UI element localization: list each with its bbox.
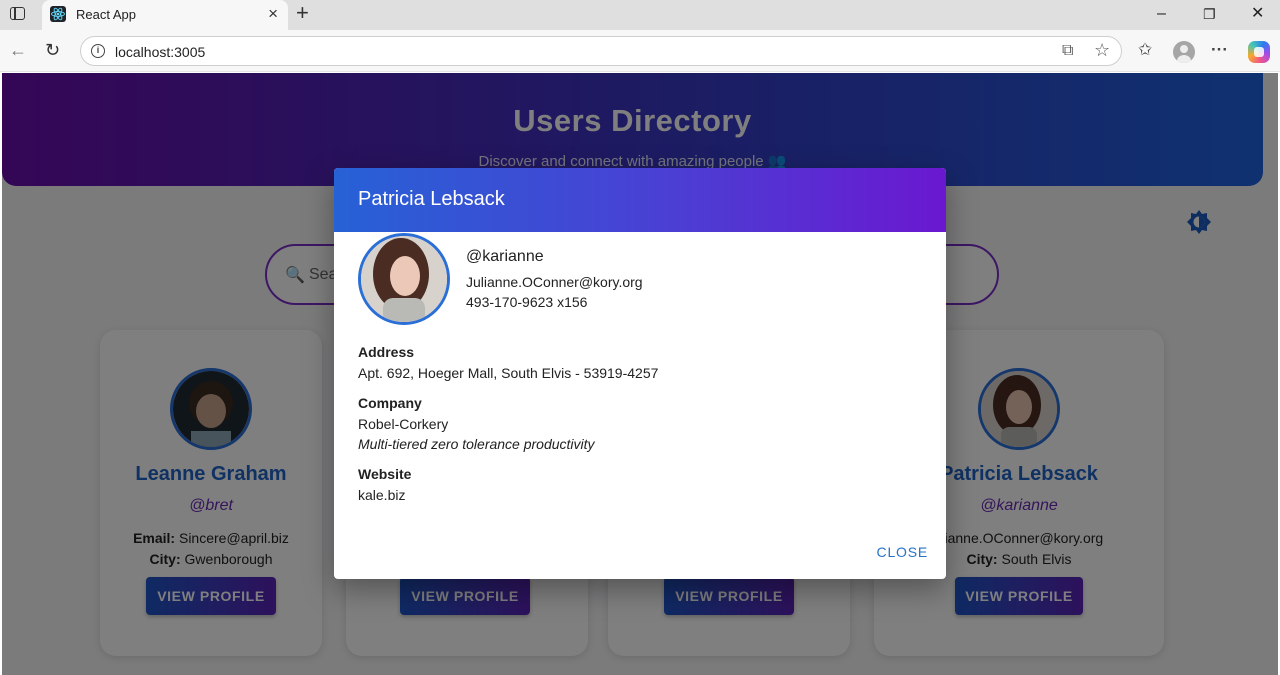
url-field[interactable]: i localhost:3005 ⧉ ☆ [80,36,1122,66]
company-label: Company [358,395,422,411]
reload-icon[interactable]: ↻ [45,40,60,60]
dialog-email: Julianne.OConner@kory.org [466,274,643,290]
dialog-username: @karianne [466,248,544,265]
sidebar-toggle-icon[interactable] [10,7,25,20]
close-window-icon[interactable]: ✕ [1251,4,1264,24]
profile-avatar-icon[interactable] [1173,41,1195,63]
address-label: Address [358,344,415,360]
copilot-icon[interactable] [1248,41,1270,63]
new-tab-icon[interactable]: + [296,2,309,24]
more-options-icon[interactable]: ··· [1211,40,1228,60]
dialog-phone: 493-170-9623 x156 [466,294,588,310]
back-icon[interactable]: ← [9,40,27,60]
dialog-header: Patricia Lebsack [334,168,946,232]
tab-title: React App [76,7,136,22]
browser-tab[interactable]: React App × [42,0,288,30]
company-catchphrase: Multi-tiered zero tolerance productivity [358,436,595,452]
favorite-star-icon[interactable]: ☆ [1094,40,1110,61]
close-tab-icon[interactable]: × [268,4,278,24]
react-logo-icon [50,6,66,22]
minimize-icon[interactable]: – [1157,4,1166,24]
profile-dialog: Patricia Lebsack @karianne Julianne.OCon… [334,168,946,579]
website-value: kale.biz [358,487,406,503]
company-name: Robel-Corkery [358,416,449,432]
dialog-title: Patricia Lebsack [358,188,505,210]
favorites-icon[interactable]: ✩ [1138,40,1152,60]
avatar [358,233,450,325]
address-value: Apt. 692, Hoeger Mall, South Elvis - 539… [358,365,659,381]
close-button[interactable]: CLOSE [877,544,928,560]
address-bar: ← ↻ i localhost:3005 ⧉ ☆ ✩ ··· [0,30,1280,72]
split-screen-icon[interactable]: ⧉ [1062,42,1073,60]
restore-icon[interactable]: ❐ [1203,4,1216,24]
website-label: Website [358,466,412,482]
info-icon[interactable]: i [91,44,105,58]
tab-bar: React App × + – ❐ ✕ [0,0,1280,30]
url-text: localhost:3005 [115,44,206,60]
